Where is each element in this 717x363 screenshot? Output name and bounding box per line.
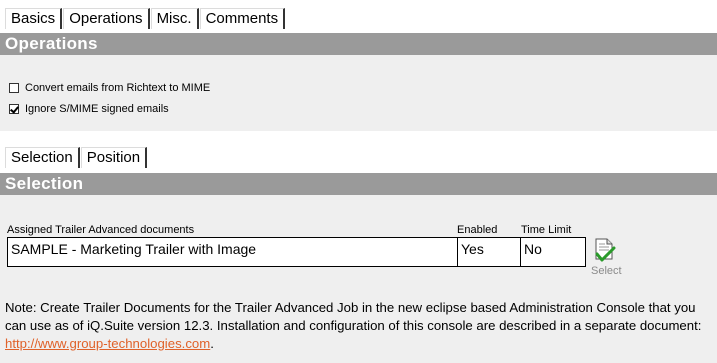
- tab-comments[interactable]: Comments: [199, 8, 286, 29]
- note-body: Note: Create Trailer Documents for the T…: [5, 300, 702, 333]
- time-limit-cell[interactable]: No: [520, 237, 586, 267]
- column-time-limit: Time Limit: [521, 224, 572, 236]
- tab-position[interactable]: Position: [80, 147, 148, 168]
- note-suffix: .: [210, 336, 214, 351]
- ignore-smime-label: Ignore S/MIME signed emails: [25, 103, 169, 115]
- convert-richtext-checkbox[interactable]: [9, 83, 19, 93]
- option-ignore-smime: Ignore S/MIME signed emails: [9, 103, 169, 115]
- option-convert-richtext: Convert emails from Richtext to MIME: [9, 82, 210, 94]
- tab-misc[interactable]: Misc.: [150, 8, 199, 29]
- tab-selection[interactable]: Selection: [5, 147, 80, 168]
- note-text: Note: Create Trailer Documents for the T…: [5, 299, 717, 353]
- document-cell[interactable]: SAMPLE - Marketing Trailer with Image: [7, 237, 457, 267]
- convert-richtext-label: Convert emails from Richtext to MIME: [25, 82, 211, 94]
- document-check-icon[interactable]: [593, 238, 617, 264]
- tab-operations[interactable]: Operations: [63, 8, 150, 29]
- tab-basics[interactable]: Basics: [5, 8, 63, 29]
- operations-header: Operations: [0, 33, 717, 55]
- enabled-cell[interactable]: Yes: [457, 237, 520, 267]
- main-tab-bar: Basics Operations Misc. Comments: [5, 8, 286, 29]
- column-documents: Assigned Trailer Advanced documents: [7, 224, 195, 236]
- selection-header: Selection: [0, 173, 717, 195]
- group-technologies-link[interactable]: http://www.group-technologies.com: [5, 336, 210, 351]
- sub-tab-bar: Selection Position: [5, 147, 148, 168]
- column-enabled: Enabled: [457, 224, 498, 236]
- select-button-label[interactable]: Select: [591, 265, 622, 277]
- ignore-smime-checkbox[interactable]: [9, 104, 19, 114]
